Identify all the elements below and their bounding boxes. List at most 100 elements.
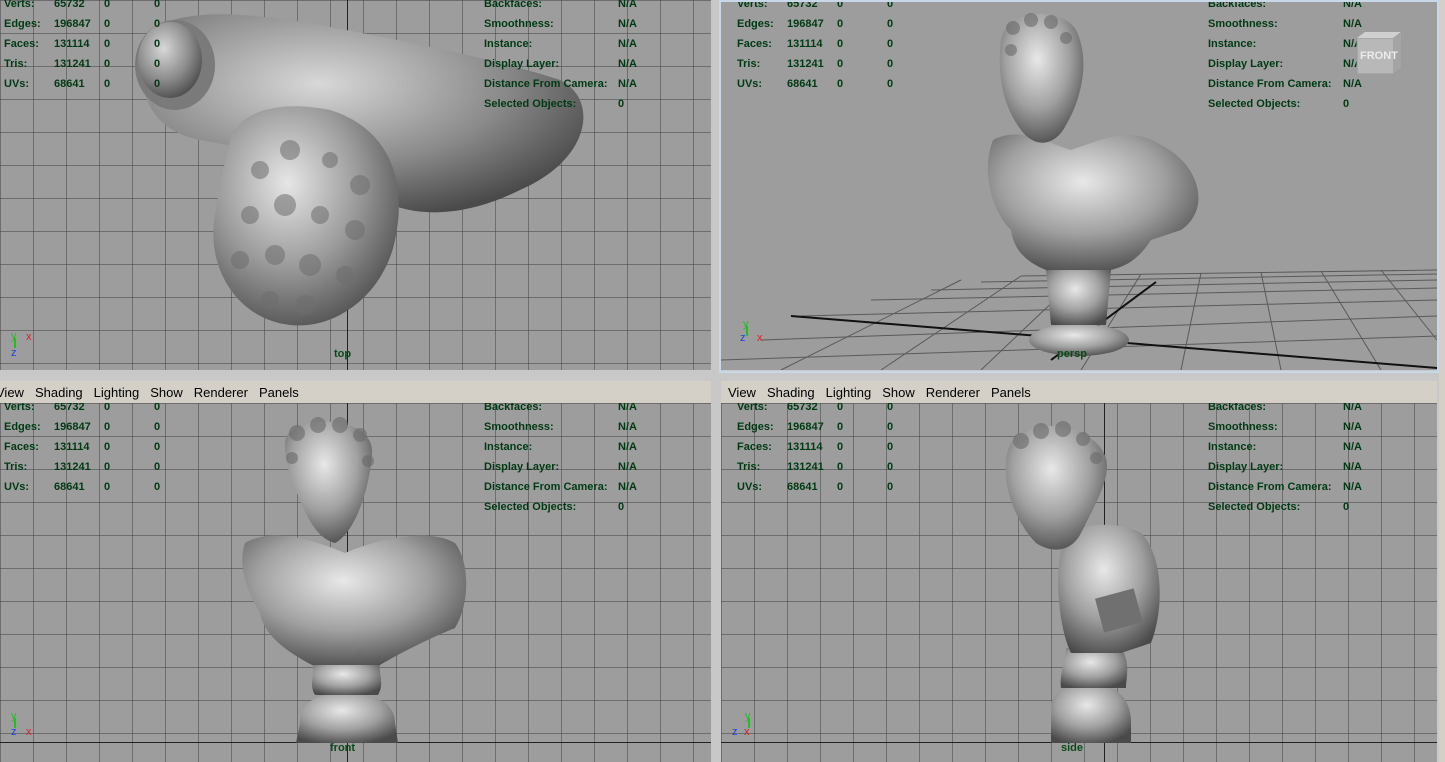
hud-faces-value: 131114: [54, 38, 90, 50]
menu-panels[interactable]: Panels: [259, 385, 299, 400]
menu-show[interactable]: Show: [150, 385, 183, 400]
hud-edges-sel: 0: [837, 421, 844, 433]
view-cube-icon[interactable]: FRONT: [1353, 28, 1403, 74]
gizmo-z-label: z: [740, 332, 746, 344]
hud-display-layer-value: N/A: [618, 58, 637, 70]
hud-tris-value: 131241: [54, 461, 91, 473]
hud-backfaces-value: N/A: [1343, 403, 1362, 413]
menu-lighting[interactable]: Lighting: [94, 385, 140, 400]
gizmo-y-label: y: [743, 318, 749, 330]
hud-tris-label: Tris:: [737, 461, 761, 473]
hud-faces-value: 131114: [54, 441, 90, 453]
menu-shading[interactable]: Shading: [35, 385, 83, 400]
hud-verts-label: Verts:: [737, 0, 768, 10]
hud-instance-label: Instance:: [1208, 441, 1257, 453]
viewport-front[interactable]: Verts: 65732 0 0 Edges: 196847 0 0 Faces: 13111…: [0, 403, 711, 762]
hud-verts-sel: 0: [837, 403, 844, 413]
hud-verts-value: 65732: [787, 403, 818, 413]
hud-tris-sel2: 0: [154, 461, 161, 473]
menu-view[interactable]: View: [0, 385, 24, 400]
hud-uvs-value: 68641: [54, 481, 85, 493]
hud-uvs-sel: 0: [837, 78, 844, 90]
hud-distance-value: N/A: [1343, 78, 1362, 90]
hud-edges-label: Edges:: [4, 421, 41, 433]
hud-distance-label: Distance From Camera:: [1208, 481, 1332, 493]
hud-uvs-value: 68641: [54, 78, 85, 90]
hud-uvs-label: UVs:: [4, 481, 30, 493]
model-persp-view: [987, 13, 1199, 356]
gizmo-y-label: y: [745, 710, 751, 722]
menu-panels[interactable]: Panels: [991, 385, 1031, 400]
hud-edges-label: Edges:: [737, 421, 774, 433]
hud-instance-value: N/A: [618, 441, 637, 453]
hud-edges-value: 196847: [54, 18, 91, 30]
hud-edges-sel: 0: [837, 18, 844, 30]
menu-renderer[interactable]: Renderer: [194, 385, 248, 400]
gizmo-x-label: x: [757, 332, 763, 344]
camera-label-side: side: [1061, 742, 1084, 754]
hud-verts-sel: 0: [837, 0, 844, 10]
gizmo-x-label: x: [26, 726, 32, 738]
hud-distance-value: N/A: [618, 481, 637, 493]
hud-display-layer-value: N/A: [618, 461, 637, 473]
menubar-side: View Shading Lighting Show Renderer Pane…: [721, 381, 1437, 403]
axis-gizmo-icon: y z x: [11, 710, 32, 738]
hud-uvs-label: UVs:: [737, 481, 763, 493]
hud-distance-label: Distance From Camera:: [484, 481, 608, 493]
menu-lighting[interactable]: Lighting: [826, 385, 872, 400]
hud-selected-label: Selected Objects:: [1208, 98, 1301, 110]
viewport-persp[interactable]: Verts: 65732 0 0 Edges: 196847 0 0 Faces: 13111…: [721, 0, 1437, 370]
hud-verts-label: Verts:: [4, 403, 35, 413]
gizmo-z-label: z: [11, 347, 17, 358]
hud-edges-value: 196847: [787, 421, 824, 433]
menu-shading[interactable]: Shading: [767, 385, 815, 400]
hud-verts-sel2: 0: [154, 0, 161, 10]
hud-edges-sel: 0: [104, 421, 111, 433]
hud-faces-sel: 0: [104, 441, 111, 453]
hud-tris-label: Tris:: [737, 58, 761, 70]
hud-backfaces-label: Backfaces:: [1208, 403, 1267, 413]
hud-tris-value: 131241: [54, 58, 91, 70]
hud-tris-sel: 0: [104, 58, 111, 70]
hud-verts-sel2: 0: [887, 403, 894, 413]
hud-faces-label: Faces:: [4, 441, 39, 453]
hud-faces-sel2: 0: [154, 38, 161, 50]
hud-faces-sel: 0: [837, 38, 844, 50]
hud-uvs-sel2: 0: [887, 481, 894, 493]
hud-uvs-sel2: 0: [154, 78, 161, 90]
menu-view[interactable]: View: [728, 385, 756, 400]
hud-tris-sel: 0: [104, 461, 111, 473]
hud-uvs-sel2: 0: [887, 78, 894, 90]
hud-instance-value: N/A: [618, 38, 637, 50]
hud-smoothness-value: N/A: [618, 421, 637, 433]
hud-backfaces-value: N/A: [1343, 0, 1362, 10]
hud-verts-value: 65732: [54, 0, 85, 10]
hud-display-layer-value: N/A: [1343, 461, 1362, 473]
hud-selected-label: Selected Objects:: [484, 98, 577, 110]
view-cube-label: FRONT: [1360, 50, 1398, 62]
viewport-side[interactable]: Verts: 65732 0 0 Edges: 196847 0 0 Faces: 13111…: [721, 403, 1437, 762]
viewport-top[interactable]: Verts: 65732 0 0 Edges: 196847 0 0 Faces…: [0, 0, 711, 370]
hud-verts-sel2: 0: [154, 403, 161, 413]
axis-gizmo-icon: y x z: [11, 330, 32, 358]
hud-backfaces-label: Backfaces:: [484, 403, 543, 413]
hud-verts-sel: 0: [104, 403, 111, 413]
hud-faces-value: 131114: [787, 441, 823, 453]
menu-show[interactable]: Show: [882, 385, 915, 400]
model-top-view: [135, 14, 584, 326]
hud-edges-label: Edges:: [4, 18, 41, 30]
hud-faces-label: Faces:: [4, 38, 39, 50]
menu-renderer[interactable]: Renderer: [926, 385, 980, 400]
gizmo-x-label: x: [26, 331, 32, 343]
hud-selected-label: Selected Objects:: [484, 501, 577, 513]
hud-backfaces-label: Backfaces:: [484, 0, 543, 10]
hud-distance-value: N/A: [1343, 481, 1362, 493]
hud-selected-value: 0: [618, 98, 625, 110]
hud-uvs-label: UVs:: [737, 78, 763, 90]
hud-tris-value: 131241: [787, 58, 824, 70]
hud-edges-sel2: 0: [154, 18, 161, 30]
hud-edges-sel: 0: [104, 18, 111, 30]
hud-uvs-sel: 0: [104, 481, 111, 493]
gizmo-y-label: y: [11, 710, 17, 722]
hud-selected-value: 0: [1343, 501, 1350, 513]
